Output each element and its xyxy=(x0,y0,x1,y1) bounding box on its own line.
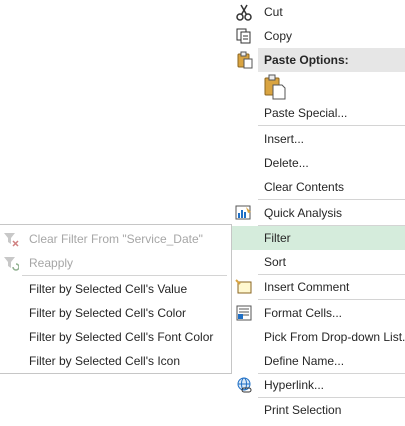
submenu-item-filter-by-icon[interactable]: Filter by Selected Cell's Icon xyxy=(0,349,230,373)
menu-item-pick-from-dropdown[interactable]: Pick From Drop-down List... xyxy=(230,325,405,349)
menu-item-delete[interactable]: Delete... xyxy=(230,151,405,175)
menu-item-filter[interactable]: Filter xyxy=(230,226,405,250)
comment-icon xyxy=(235,278,253,296)
menu-item-insert[interactable]: Insert... xyxy=(230,127,405,151)
separator xyxy=(258,299,405,300)
filter-submenu: Clear Filter From "Service_Date" Reapply… xyxy=(0,224,232,374)
submenu-item-reapply[interactable]: Reapply xyxy=(0,251,230,275)
submenu-item-filter-by-value[interactable]: Filter by Selected Cell's Value xyxy=(0,277,230,301)
menu-item-hyperlink[interactable]: Hyperlink... xyxy=(230,373,405,397)
paste-options-header: Paste Options: xyxy=(258,48,405,72)
paste-option-button[interactable] xyxy=(262,74,288,100)
format-cells-icon xyxy=(235,304,253,322)
background-sheet-text xyxy=(0,214,232,224)
paste-clipboard-icon xyxy=(262,74,288,103)
menu-item-cut[interactable]: Cut xyxy=(230,0,405,24)
submenu-separator xyxy=(22,275,227,276)
scissors-icon xyxy=(235,3,253,21)
menu-item-define-name[interactable]: Define Name... xyxy=(230,349,405,373)
reapply-filter-icon xyxy=(3,255,20,271)
menu-item-clear-contents[interactable]: Clear Contents xyxy=(230,175,405,199)
hyperlink-icon xyxy=(235,376,253,394)
menu-item-sort[interactable]: Sort xyxy=(230,250,405,274)
separator xyxy=(258,125,405,126)
copy-icon xyxy=(235,27,253,45)
submenu-item-filter-by-font-color[interactable]: Filter by Selected Cell's Font Color xyxy=(0,325,230,349)
clear-filter-icon xyxy=(3,231,19,247)
menu-item-copy[interactable]: Copy xyxy=(230,24,405,48)
menu-item-paste-special[interactable]: Paste Special... xyxy=(230,101,405,125)
menu-item-print-selection[interactable]: Print Selection xyxy=(230,398,405,422)
submenu-item-clear-filter[interactable]: Clear Filter From "Service_Date" xyxy=(0,227,230,251)
menu-item-insert-comment[interactable]: Insert Comment xyxy=(230,275,405,299)
quick-analysis-icon xyxy=(235,204,253,222)
submenu-item-filter-by-color[interactable]: Filter by Selected Cell's Color xyxy=(0,301,230,325)
menu-item-quick-analysis[interactable]: Quick Analysis xyxy=(230,201,405,225)
separator xyxy=(258,199,405,200)
menu-item-format-cells[interactable]: Format Cells... xyxy=(230,301,405,325)
paste-icon xyxy=(236,51,254,69)
